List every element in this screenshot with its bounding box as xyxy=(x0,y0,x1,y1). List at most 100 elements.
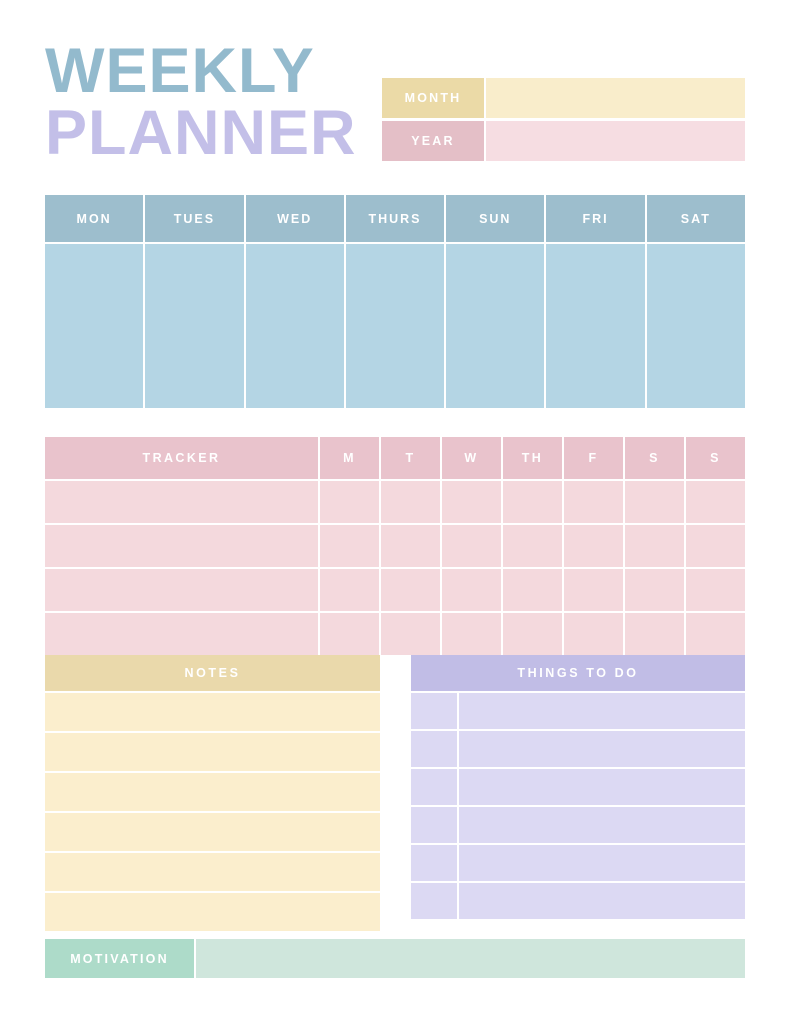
tracker-row xyxy=(45,569,745,611)
week-day-header-thurs: THURS xyxy=(345,195,445,242)
tracker-row-label[interactable] xyxy=(45,613,318,655)
tracker-cell[interactable] xyxy=(503,481,562,523)
tracker-cell[interactable] xyxy=(625,525,684,567)
week-day-cell-thurs[interactable] xyxy=(345,244,445,408)
tracker-cell[interactable] xyxy=(320,481,379,523)
tracker-cell[interactable] xyxy=(686,525,745,567)
todo-checkbox[interactable] xyxy=(411,731,457,767)
motivation-input[interactable] xyxy=(196,939,745,978)
week-day-cell-sun[interactable] xyxy=(446,244,545,408)
tracker-day-header-f: F xyxy=(564,437,623,479)
things-to-do-title: THINGS TO DO xyxy=(411,655,745,691)
tracker-row-label[interactable] xyxy=(45,569,318,611)
week-day-header-wed: WED xyxy=(245,195,344,242)
notes-title: NOTES xyxy=(45,655,380,691)
tracker-title: TRACKER xyxy=(45,437,318,479)
things-to-do-panel: THINGS TO DO xyxy=(411,655,745,919)
title-line-weekly: WEEKLY xyxy=(45,36,315,106)
tracker-day-header-w: W xyxy=(442,437,501,479)
planner-header: WEEKLY PLANNER MONTH YEAR xyxy=(45,36,745,172)
tracker-cell[interactable] xyxy=(320,569,379,611)
todo-checkbox[interactable] xyxy=(411,883,457,919)
motivation-label: MOTIVATION xyxy=(45,939,194,978)
week-header-row: MON TUES WED THURS SUN FRI SAT xyxy=(45,195,745,242)
week-day-header-fri: FRI xyxy=(546,195,645,242)
tracker-cell[interactable] xyxy=(381,569,440,611)
week-day-cell-fri[interactable] xyxy=(546,244,645,408)
tracker-cell[interactable] xyxy=(625,481,684,523)
todo-text[interactable] xyxy=(459,731,745,767)
month-year-block: MONTH YEAR xyxy=(382,78,745,164)
tracker-cell[interactable] xyxy=(564,481,623,523)
tracker-cell[interactable] xyxy=(503,613,562,655)
todo-item xyxy=(411,807,745,843)
todo-checkbox[interactable] xyxy=(411,769,457,805)
tracker-cell[interactable] xyxy=(564,613,623,655)
todo-item xyxy=(411,731,745,767)
tracker-cell[interactable] xyxy=(442,569,501,611)
month-label: MONTH xyxy=(382,78,484,118)
tracker-day-header-s2: S xyxy=(686,437,745,479)
week-grid: MON TUES WED THURS SUN FRI SAT xyxy=(45,195,745,408)
tracker-cell[interactable] xyxy=(564,569,623,611)
tracker-cell[interactable] xyxy=(625,613,684,655)
tracker-table: TRACKER M T W TH F S S xyxy=(45,437,745,655)
tracker-cell[interactable] xyxy=(686,613,745,655)
tracker-cell[interactable] xyxy=(442,613,501,655)
tracker-cell[interactable] xyxy=(686,481,745,523)
week-day-cell-tues[interactable] xyxy=(145,244,244,408)
todo-checkbox[interactable] xyxy=(411,845,457,881)
tracker-header-row: TRACKER M T W TH F S S xyxy=(45,437,745,479)
tracker-cell[interactable] xyxy=(381,613,440,655)
week-day-header-sat: SAT xyxy=(646,195,745,242)
tracker-cell[interactable] xyxy=(442,525,501,567)
year-input[interactable] xyxy=(486,121,745,161)
tracker-cell[interactable] xyxy=(564,525,623,567)
todo-checkbox[interactable] xyxy=(411,807,457,843)
notes-line[interactable] xyxy=(45,853,380,891)
tracker-row-label[interactable] xyxy=(45,481,318,523)
tracker-cell[interactable] xyxy=(625,569,684,611)
todo-text[interactable] xyxy=(459,807,745,843)
notes-line[interactable] xyxy=(45,733,380,771)
tracker-row-label[interactable] xyxy=(45,525,318,567)
week-day-cell-sat[interactable] xyxy=(646,244,745,408)
tracker-row xyxy=(45,613,745,655)
notes-line[interactable] xyxy=(45,893,380,931)
tracker-row xyxy=(45,525,745,567)
month-input[interactable] xyxy=(486,78,745,118)
tracker-cell[interactable] xyxy=(381,481,440,523)
notes-panel: NOTES xyxy=(45,655,380,931)
tracker-cell[interactable] xyxy=(320,613,379,655)
todo-item xyxy=(411,693,745,729)
tracker-cell[interactable] xyxy=(381,525,440,567)
tracker-cell[interactable] xyxy=(503,569,562,611)
tracker-cell[interactable] xyxy=(503,525,562,567)
tracker-cell[interactable] xyxy=(320,525,379,567)
tracker-cell[interactable] xyxy=(686,569,745,611)
todo-text[interactable] xyxy=(459,693,745,729)
week-day-header-tues: TUES xyxy=(145,195,244,242)
week-day-header-sun: SUN xyxy=(446,195,545,242)
tracker-day-header-s1: S xyxy=(625,437,684,479)
notes-line[interactable] xyxy=(45,773,380,811)
month-row: MONTH xyxy=(382,78,745,118)
tracker-day-header-m: M xyxy=(320,437,379,479)
tracker-day-header-th: TH xyxy=(503,437,562,479)
title-line-planner: PLANNER xyxy=(45,97,357,168)
todo-item xyxy=(411,845,745,881)
notes-line[interactable] xyxy=(45,813,380,851)
todo-text[interactable] xyxy=(459,883,745,919)
week-day-cell-mon[interactable] xyxy=(45,244,144,408)
weekly-planner-page: WEEKLY PLANNER MONTH YEAR MON TUES WED T… xyxy=(0,0,791,1024)
notes-line[interactable] xyxy=(45,693,380,731)
week-day-cell-wed[interactable] xyxy=(245,244,344,408)
todo-item xyxy=(411,883,745,919)
todo-checkbox[interactable] xyxy=(411,693,457,729)
motivation-bar: MOTIVATION xyxy=(45,939,745,978)
todo-text[interactable] xyxy=(459,769,745,805)
tracker-row xyxy=(45,481,745,523)
todo-text[interactable] xyxy=(459,845,745,881)
tracker-cell[interactable] xyxy=(442,481,501,523)
year-row: YEAR xyxy=(382,121,745,161)
